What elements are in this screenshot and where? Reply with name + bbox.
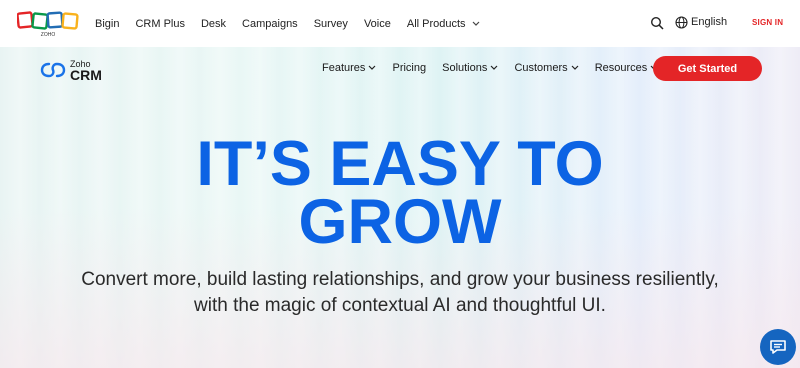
subtitle-line-1: Convert more, build lasting relationship…: [81, 269, 719, 290]
search-icon[interactable]: [650, 16, 664, 30]
all-products-label: All Products: [406, 17, 466, 30]
crm-logo-icon: [40, 62, 66, 77]
hero-section: Zoho CRM Features Pricing Solutions Cust…: [0, 47, 800, 368]
svg-text:ZOHO: ZOHO: [41, 32, 56, 38]
chevron-down-icon: [491, 65, 498, 70]
nav-pricing[interactable]: Pricing: [392, 62, 426, 74]
zoho-logo[interactable]: ZOHO: [17, 10, 79, 38]
nav-resources[interactable]: Resources: [595, 62, 659, 74]
zoho-crm-logo[interactable]: Zoho CRM: [40, 59, 102, 83]
top-link-all-products[interactable]: All Products: [407, 18, 480, 30]
chat-icon: [770, 340, 786, 354]
nav-features[interactable]: Features: [322, 62, 376, 74]
nav-pricing-label: Pricing: [392, 62, 427, 74]
top-product-links: Bigin CRM Plus Desk Campaigns Survey Voi…: [95, 0, 496, 47]
chat-button[interactable]: [760, 329, 796, 365]
nav-customers-label: Customers: [514, 62, 568, 74]
top-link-campaigns[interactable]: Campaigns: [242, 18, 298, 30]
top-bar: ZOHO Bigin CRM Plus Desk Campaigns Surve…: [0, 0, 800, 47]
language-selector[interactable]: English: [691, 16, 727, 28]
hero-subtitle: Convert more, build lasting relationship…: [0, 267, 800, 319]
main-nav: Features Pricing Solutions Customers Res…: [322, 62, 674, 74]
chevron-down-icon: [571, 65, 579, 70]
sign-in-link[interactable]: SIGN IN: [752, 18, 783, 27]
top-link-survey[interactable]: Survey: [314, 18, 348, 30]
nav-features-label: Features: [322, 62, 366, 74]
brand-large: CRM: [70, 67, 102, 83]
top-link-bigin[interactable]: Bigin: [95, 18, 119, 30]
nav-resources-label: Resources: [594, 62, 648, 74]
nav-customers[interactable]: Customers: [514, 62, 579, 74]
top-link-desk[interactable]: Desk: [201, 18, 226, 30]
hero-headline: IT’S EASY TO GROW: [0, 129, 800, 257]
nav-solutions[interactable]: Solutions: [442, 62, 498, 74]
top-link-voice[interactable]: Voice: [364, 18, 391, 30]
subtitle-line-2: with the magic of contextual AI and thou…: [194, 295, 606, 316]
globe-icon[interactable]: [675, 16, 688, 29]
get-started-button[interactable]: Get Started: [653, 56, 762, 81]
chevron-down-icon: [472, 21, 479, 26]
top-link-crm-plus[interactable]: CRM Plus: [135, 18, 185, 30]
chevron-down-icon: [369, 65, 376, 70]
headline-line-1: IT’S EASY TO: [196, 129, 604, 199]
nav-solutions-label: Solutions: [442, 62, 488, 74]
headline-line-2: GROW: [298, 187, 502, 257]
